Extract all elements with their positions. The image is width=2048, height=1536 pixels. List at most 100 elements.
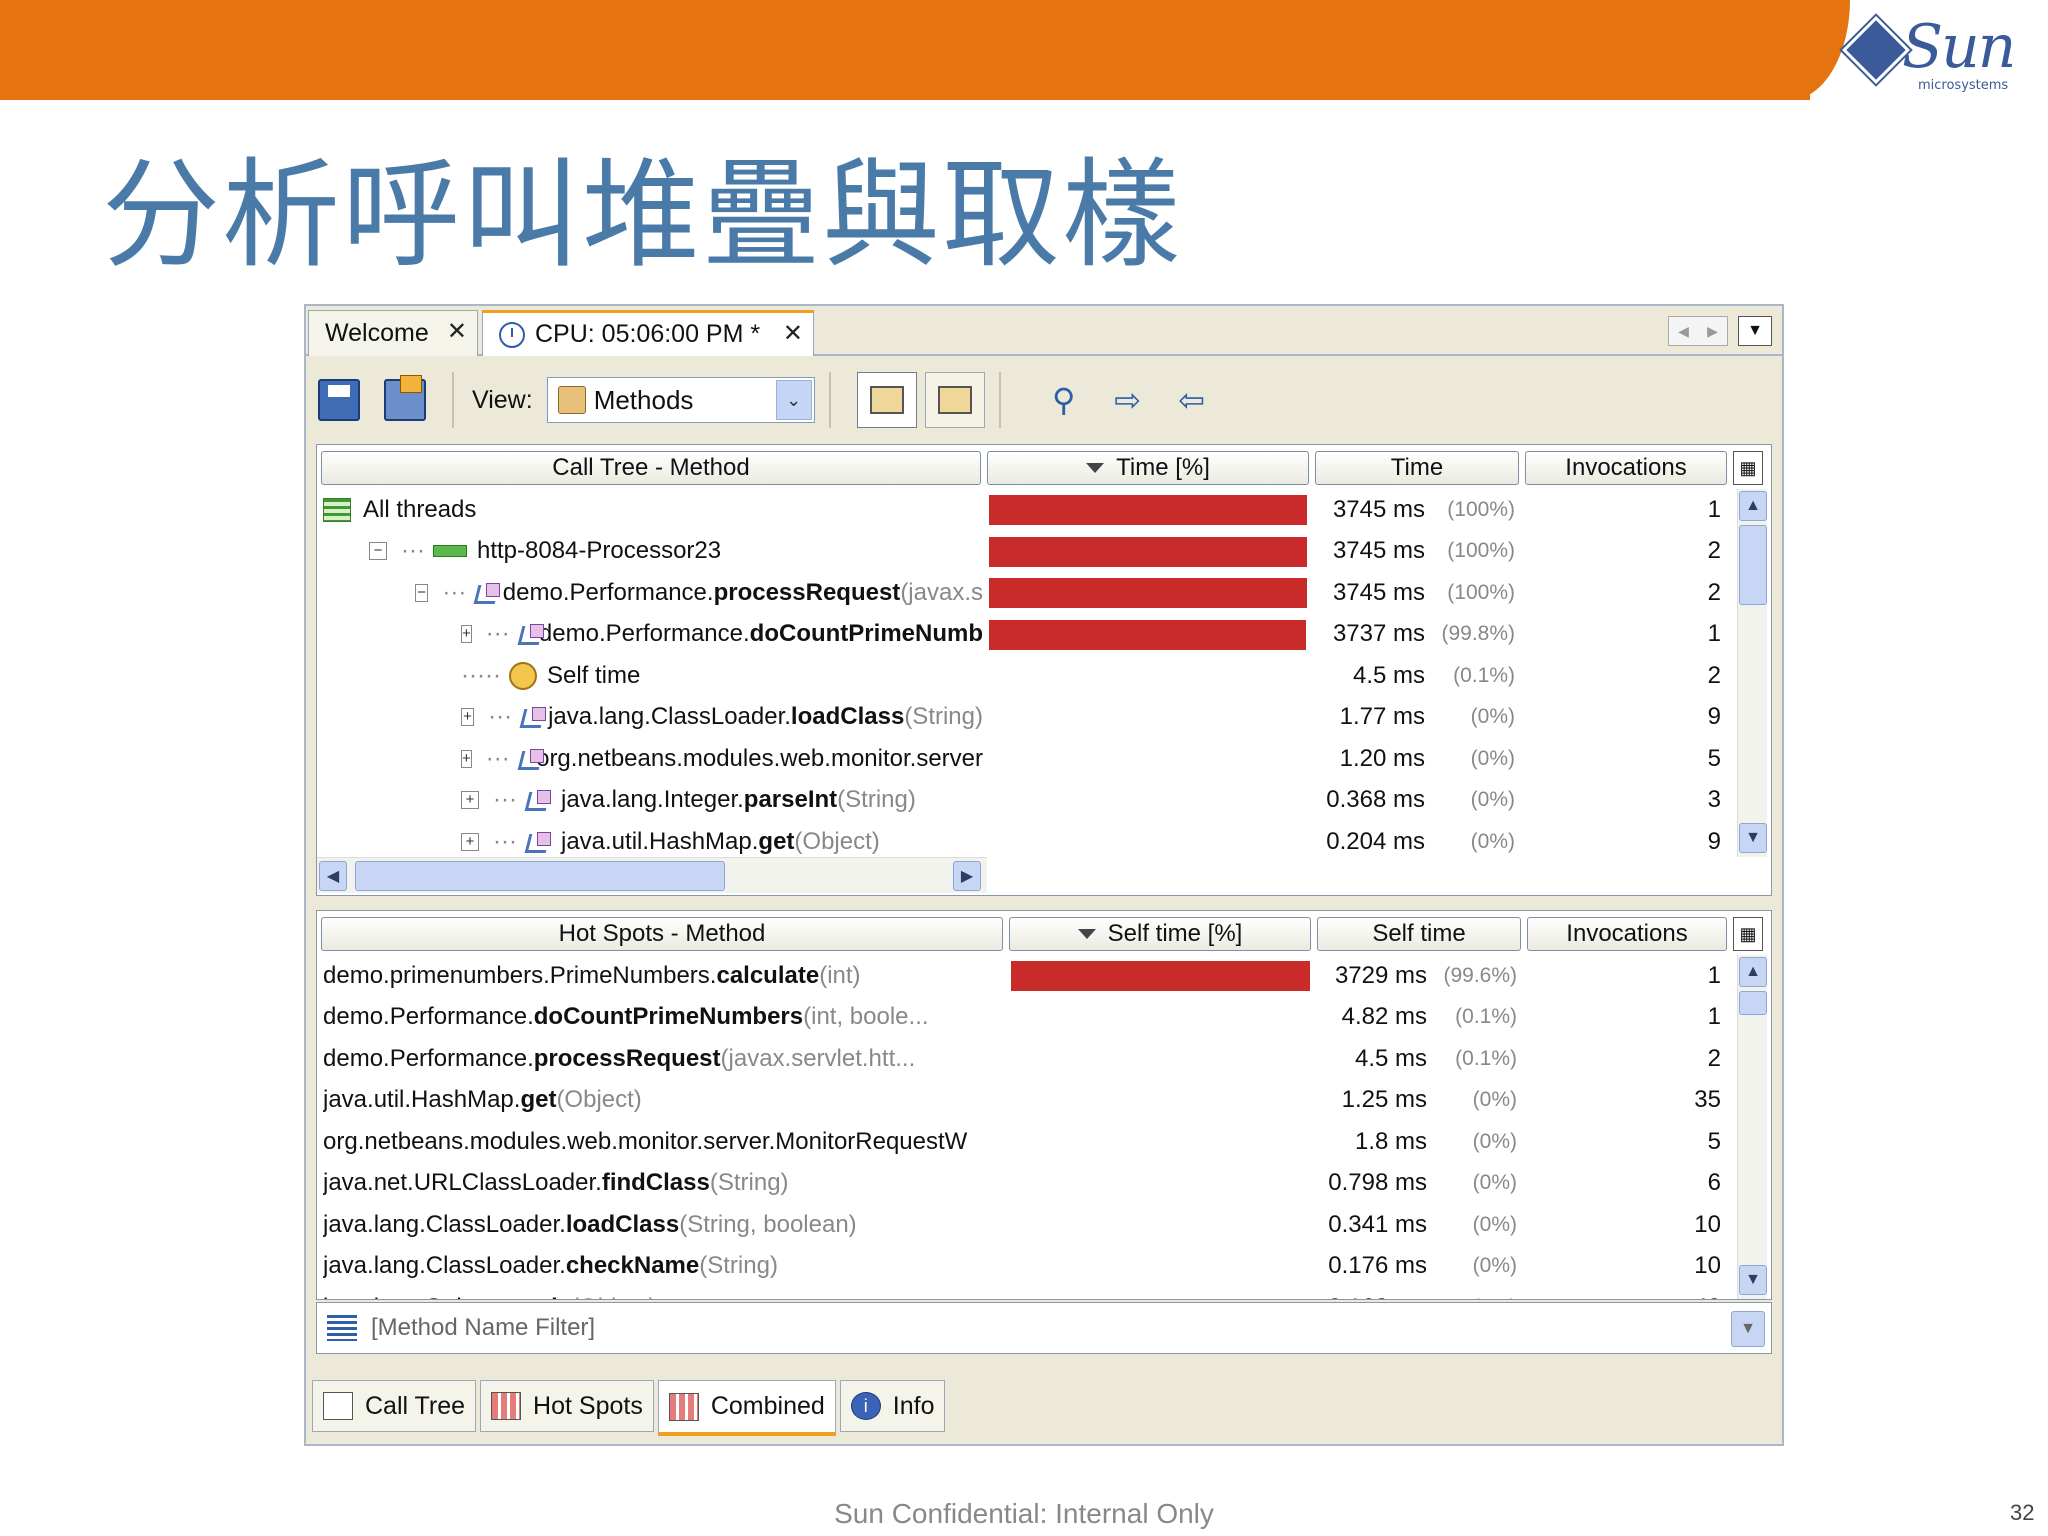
- save-snapshot-icon[interactable]: [318, 379, 360, 421]
- hotspots-vertical-scrollbar[interactable]: ▲ ▼: [1737, 955, 1767, 1299]
- expand-icon[interactable]: +: [461, 708, 475, 726]
- bottom-tab-hot-spots[interactable]: Hot Spots: [480, 1380, 654, 1432]
- tab-welcome[interactable]: Welcome ✕: [308, 310, 478, 356]
- calltree-row[interactable]: ····· Self time 4.5 ms (0.1%) 2: [317, 655, 1737, 696]
- invocations-cell: 3: [1707, 786, 1721, 813]
- hotspots-row[interactable]: java.lang.String.equals (Object) 0.163 ms…: [317, 1287, 1737, 1300]
- hotspots-row[interactable]: java.lang.ClassLoader. checkName (String)…: [317, 1246, 1737, 1287]
- calltree-row[interactable]: + ··· demo.Performance. doCountPrimeNumb 373…: [317, 614, 1737, 655]
- find-next-icon[interactable]: ⇨: [1109, 381, 1147, 419]
- calltree-row[interactable]: + ··· java.util.HashMap. get (Object) 0.204 …: [317, 821, 1737, 862]
- view-label: View:: [472, 385, 533, 414]
- hotspots-row[interactable]: demo.Performance. doCountPrimeNumbers (in…: [317, 997, 1737, 1038]
- bottom-tab-combined[interactable]: Combined: [657, 1380, 836, 1436]
- self-time-percent: (0%): [1437, 1296, 1517, 1300]
- bottom-tab-info[interactable]: i Info: [839, 1380, 946, 1432]
- calltree-row[interactable]: All threads 3745 ms (100%) 1: [317, 489, 1737, 530]
- filter-icon[interactable]: [327, 1315, 357, 1341]
- col-header-invocations[interactable]: Invocations: [1525, 451, 1727, 485]
- methods-icon: [557, 386, 586, 414]
- invocations-cell: 2: [1707, 661, 1721, 689]
- scroll-thumb[interactable]: [1739, 991, 1767, 1015]
- tab-welcome-close-icon[interactable]: ✕: [447, 317, 467, 346]
- method-name-bold: checkName: [565, 1252, 700, 1279]
- scroll-left-icon[interactable]: ◀: [319, 861, 347, 891]
- horizontal-scroll-thumb[interactable]: [355, 861, 725, 891]
- method-name: java.lang.String.: [323, 1294, 495, 1300]
- chevron-down-icon[interactable]: ⌄: [775, 380, 812, 420]
- calltree-row[interactable]: + ··· org.netbeans.modules.web.monitor.ser…: [317, 738, 1737, 779]
- footer-text: Sun Confidential: Internal Only: [834, 1498, 1214, 1529]
- time-cell: 4.5 ms (0.1%): [1315, 655, 1515, 696]
- method-name-bold: parseInt: [743, 786, 838, 813]
- filter-placeholder: [Method Name Filter]: [371, 1314, 596, 1341]
- tab-cpu-close-icon[interactable]: ✕: [783, 319, 803, 348]
- calltree-row[interactable]: − ··· demo.Performance. processRequest (jav…: [317, 572, 1737, 613]
- slide: Sun microsystems 分析呼叫堆疊與取樣 Welcome ✕ CPU…: [0, 0, 2048, 1536]
- col-header-time[interactable]: Time: [1315, 451, 1519, 485]
- hotspots-row[interactable]: demo.primenumbers.PrimeNumbers. calculate…: [317, 955, 1737, 996]
- col-header-calltree-method[interactable]: Call Tree - Method: [321, 451, 981, 485]
- expand-icon[interactable]: +: [461, 749, 472, 768]
- tab-welcome-label: Welcome: [325, 319, 429, 347]
- time-percent: (0%): [1470, 788, 1515, 811]
- hotspots-row[interactable]: java.lang.ClassLoader. loadClass (String,…: [317, 1204, 1737, 1245]
- view-select[interactable]: Methods ⌄: [546, 377, 815, 423]
- hotspots-method-cell: java.net.URLClassLoader. findClass (Strin…: [323, 1163, 1007, 1204]
- hotspots-method-cell: java.lang.ClassLoader. checkName (String): [323, 1246, 1007, 1287]
- scroll-down-icon[interactable]: ▼: [1739, 823, 1767, 853]
- bottom-tab-call-tree[interactable]: Call Tree: [312, 1380, 477, 1432]
- calltree-row[interactable]: − ··· http-8084-Processor23 3745 ms (100%) 2: [317, 531, 1737, 572]
- method-name-bold: doCountPrimeNumb: [749, 620, 983, 647]
- calltree-horizontal-scrollbar[interactable]: ◀ ▶: [317, 857, 987, 893]
- col-header-time-pct[interactable]: Time [%]: [987, 451, 1309, 485]
- scroll-up-icon[interactable]: ▲: [1739, 957, 1767, 987]
- collapse-icon[interactable]: −: [415, 583, 429, 602]
- calltree-row[interactable]: + ··· java.lang.Integer. parseInt (String) 0…: [317, 780, 1737, 821]
- sun-logo-word: Sun: [1902, 12, 2016, 82]
- time-cell: 3737 ms (99.8%): [1315, 614, 1515, 655]
- column-chooser-icon[interactable]: ▦: [1733, 451, 1763, 485]
- scroll-thumb[interactable]: [1739, 525, 1767, 605]
- self-time-cell: 0.176 ms (0%): [1317, 1246, 1517, 1287]
- tree-connector: ·····: [461, 661, 501, 689]
- tree-connector: ···: [442, 578, 467, 606]
- save-as-icon[interactable]: [384, 375, 426, 421]
- time-percent: (99.8%): [1441, 622, 1515, 645]
- hotspots-row[interactable]: org.netbeans.modules.web.monitor.server.…: [317, 1121, 1737, 1162]
- self-time-cell: 4.5 ms (0.1%): [1317, 1038, 1517, 1079]
- column-chooser-icon[interactable]: ▦: [1733, 917, 1763, 951]
- scroll-up-icon[interactable]: ▲: [1739, 491, 1767, 521]
- filter-dropdown-icon[interactable]: ▼: [1731, 1311, 1765, 1347]
- thread-icon: [432, 545, 467, 557]
- method-name-filter[interactable]: [Method Name Filter] ▼: [316, 1302, 1772, 1354]
- scroll-right-icon[interactable]: ▶: [1698, 317, 1727, 345]
- method-args: (String, boolean): [679, 1210, 857, 1238]
- tab-list-dropdown-icon[interactable]: ▼: [1738, 316, 1772, 346]
- collapse-icon[interactable]: −: [369, 542, 387, 560]
- method-args: (String): [699, 1252, 778, 1279]
- find-previous-icon[interactable]: ⇦: [1173, 381, 1211, 419]
- expand-icon[interactable]: +: [461, 832, 479, 851]
- toggle-hotspots-button[interactable]: [924, 372, 985, 428]
- scroll-right-icon[interactable]: ▶: [953, 861, 981, 891]
- tab-cpu[interactable]: CPU: 05:06:00 PM * ✕: [482, 310, 814, 356]
- hotspots-row[interactable]: java.net.URLClassLoader. findClass (Strin…: [317, 1163, 1737, 1204]
- method-name: java.util.HashMap.: [323, 1086, 521, 1113]
- invocations-cell: 1: [1707, 1003, 1721, 1030]
- self-time-cell: 1.25 ms (0%): [1317, 1080, 1517, 1121]
- hotspots-row[interactable]: demo.Performance. processRequest (javax.s…: [317, 1038, 1737, 1079]
- method-name: All threads: [363, 495, 477, 523]
- scroll-down-icon[interactable]: ▼: [1739, 1265, 1767, 1295]
- self-time-cell: 3729 ms (99.6%): [1317, 955, 1517, 996]
- toggle-calltree-button[interactable]: [856, 372, 917, 428]
- expand-icon[interactable]: +: [461, 791, 479, 809]
- hotspots-row[interactable]: java.util.HashMap. get (Object) 1.25 ms (0%…: [317, 1080, 1737, 1121]
- calltree-row[interactable]: + ··· java.lang.ClassLoader. loadClass (Str…: [317, 697, 1737, 738]
- calltree-vertical-scrollbar[interactable]: ▲ ▼: [1737, 489, 1767, 857]
- scroll-left-icon[interactable]: ◀: [1669, 317, 1698, 345]
- bottom-view-tabs: Call Tree Hot Spots Combined i Info: [312, 1380, 949, 1438]
- expand-icon[interactable]: +: [461, 625, 472, 643]
- time-value: 1.77 ms: [1339, 703, 1425, 730]
- find-icon[interactable]: ⚲: [1045, 381, 1083, 419]
